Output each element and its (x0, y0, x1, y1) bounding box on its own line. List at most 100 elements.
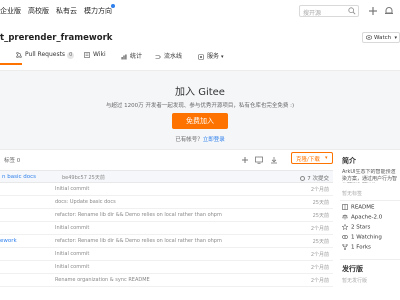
login-prefix: 已有帐号？ (175, 137, 203, 143)
star-icon (342, 224, 348, 230)
chevron-down-icon: ▾ (394, 34, 397, 41)
table-row[interactable]: docs: Update basic docs 25天前 (0, 197, 333, 209)
pipeline-icon (155, 54, 161, 59)
file-time: 25天前 (312, 213, 329, 219)
add-icon[interactable] (368, 6, 378, 16)
table-row[interactable]: Initial commit 2个月前 (0, 184, 333, 196)
tab-pull-requests-label: Pull Requests (25, 51, 66, 58)
banner-description: 与超过 1200万 开发者一起发现、参与优秀开源项目，私有仓库也完全免费 :) (105, 103, 295, 109)
watch-button[interactable]: Watch ▾ (362, 32, 400, 43)
clone-download-label: 克隆/下载 (296, 156, 320, 163)
nav-model-direction[interactable]: 模力方向 (84, 6, 112, 16)
no-release-text: 暂无发行版 (342, 278, 368, 284)
download-icon[interactable] (270, 156, 278, 164)
join-banner: 加入 Gitee 与超过 1200万 开发者一起发现、参与优秀开源项目，私有仓库… (0, 70, 400, 150)
file-commit-message[interactable]: Initial commit (55, 225, 89, 231)
tab-pipeline[interactable]: 流水线 (155, 51, 182, 60)
login-link[interactable]: 立即登录 (203, 137, 225, 143)
no-tags-text: 暂无标签 (342, 191, 363, 197)
readme-link[interactable]: README (342, 204, 375, 211)
release-title: 发行版 (342, 265, 363, 273)
tab-pull-requests[interactable]: Pull Requests 0 (16, 51, 75, 59)
tab-services[interactable]: 服务 ▾ (198, 51, 223, 60)
tab-stats-label: 统计 (130, 53, 143, 60)
search-icon (348, 7, 356, 15)
latest-commit-time: 25天前 (88, 174, 105, 181)
file-commit-message[interactable]: refactor: Rename lib dir && Demo relies … (55, 212, 222, 218)
license-label: Apache-2.0 (351, 214, 383, 221)
watching-label: 1 Watching (351, 234, 382, 241)
intro-text: ArkUI生态下的智能预渲染方案，通过用户行为智能预测和预渲染... (342, 169, 398, 182)
nav-university[interactable]: 高校版 (28, 6, 49, 16)
repo-title[interactable]: t_prerender_framework (0, 33, 112, 43)
eye-icon (366, 35, 372, 40)
file-time: 25天前 (312, 200, 329, 206)
table-row[interactable]: Rename organization & sync README 2个月前 (0, 275, 333, 287)
nav-private-cloud[interactable]: 私有云 (56, 6, 77, 16)
file-time: 2个月前 (310, 265, 329, 271)
file-time: 25天前 (312, 239, 329, 245)
stats-icon (121, 54, 127, 59)
file-time: 2个月前 (310, 252, 329, 258)
sidebar-divider (340, 259, 400, 260)
table-row[interactable]: Initial commit 2个月前 (0, 223, 333, 235)
nav-enterprise[interactable]: 企业版 (0, 6, 21, 16)
clone-download-button[interactable]: 克隆/下载 ▾ (291, 152, 333, 164)
tab-pipeline-label: 流水线 (164, 53, 183, 60)
forks-label: 1 Forks (351, 244, 371, 251)
tab-wiki-label: Wiki (93, 51, 106, 58)
add-file-icon[interactable] (241, 156, 249, 164)
watching-link[interactable]: 1 Watching (342, 234, 382, 241)
file-commit-message[interactable]: docs: Update basic docs (55, 199, 116, 205)
table-row[interactable]: Initial commit 2个月前 (0, 249, 333, 261)
services-icon (198, 53, 204, 60)
book-icon (342, 204, 348, 210)
latest-commit-bar: n basic docs be49bc57 25天前 7 次提交 (0, 170, 333, 183)
file-time: 2个月前 (310, 226, 329, 232)
file-commit-message[interactable]: Initial commit (55, 186, 89, 192)
login-prompt: 已有帐号？立即登录 (0, 135, 400, 143)
license-link[interactable]: Apache-2.0 (342, 214, 382, 221)
file-commit-message[interactable]: refactor: Rename lib dir && Demo relies … (55, 238, 222, 244)
file-name[interactable]: ework (0, 238, 17, 244)
stars-link[interactable]: 2 Stars (342, 224, 370, 231)
license-scale-icon (342, 214, 348, 220)
table-row[interactable]: Initial commit 2个月前 (0, 262, 333, 274)
table-row[interactable]: refactor: Rename lib dir && Demo relies … (0, 210, 333, 222)
pull-request-icon (16, 51, 22, 58)
latest-commit-hash[interactable]: be49bc57 (62, 175, 87, 181)
tab-services-label: 服务 (207, 53, 220, 60)
notification-bell-icon[interactable] (384, 6, 394, 16)
stars-label: 2 Stars (351, 224, 371, 231)
file-commit-message[interactable]: Initial commit (55, 251, 89, 257)
chevron-down-icon: ▾ (220, 54, 224, 60)
web-ide-icon[interactable] (255, 156, 263, 164)
pull-requests-count: 0 (67, 52, 75, 59)
join-free-button[interactable]: 免费加入 (172, 113, 228, 129)
file-time: 2个月前 (310, 278, 329, 284)
tab-stats[interactable]: 统计 (121, 51, 142, 60)
commit-count[interactable]: 7 次提交 (300, 174, 329, 182)
repo-tabs: Pull Requests 0 Wiki 统计 流水线 服务 ▾ (0, 49, 400, 65)
banner-title: 加入 Gitee (175, 87, 225, 98)
eye-icon (342, 235, 348, 239)
watch-label: Watch (374, 34, 392, 41)
intro-title: 简介 (342, 157, 356, 165)
latest-commit-meta: be49bc57 25天前 (62, 174, 105, 181)
tab-wiki[interactable]: Wiki (84, 51, 106, 58)
latest-commit-message[interactable]: n basic docs (2, 174, 36, 180)
repo-sidebar: 简介 ArkUI生态下的智能预渲染方案，通过用户行为智能预测和预渲染... 暂无… (340, 150, 400, 300)
repo-toolbar: 标签 0 (0, 150, 340, 168)
sidebar-divider (340, 200, 400, 201)
tags-count[interactable]: 标签 0 (4, 156, 20, 164)
commit-count-label: 7 次提交 (307, 175, 329, 182)
forks-link[interactable]: 1 Forks (342, 244, 371, 251)
new-badge-dot (111, 4, 115, 8)
table-row[interactable]: ework refactor: Rename lib dir && Demo r… (0, 236, 333, 248)
clock-icon (300, 175, 306, 181)
readme-label: README (351, 204, 375, 211)
search-input[interactable]: 搜开源 (299, 5, 359, 17)
fork-icon (342, 244, 348, 250)
file-commit-message[interactable]: Rename organization & sync README (55, 277, 150, 283)
file-commit-message[interactable]: Initial commit (55, 264, 89, 270)
